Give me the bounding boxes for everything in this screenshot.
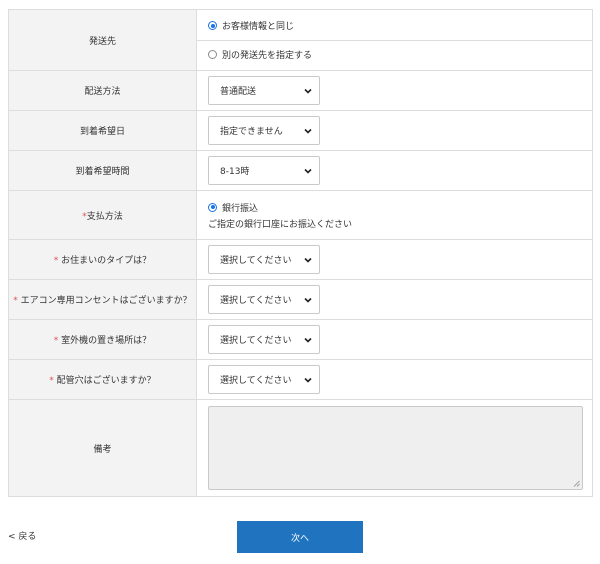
outlet-select[interactable]: 選択してください [208, 285, 320, 314]
next-button[interactable]: 次へ [237, 521, 363, 553]
chevron-down-icon [304, 168, 312, 174]
delivery-method-label: 配送方法 [8, 70, 197, 111]
housing-type-select[interactable]: 選択してください [208, 245, 320, 274]
required-mark: * [13, 296, 18, 306]
shipping-other-label: 別の発送先を指定する [222, 51, 313, 61]
shipping-row: 発送先 お客様情報と同じ 別の発送先を指定する [8, 9, 593, 71]
shipping-field: お客様情報と同じ 別の発送先を指定する [196, 9, 593, 71]
payment-description: ご指定の銀行口座にお振込ください [208, 220, 353, 230]
shipping-other-option[interactable]: 別の発送先を指定する [208, 41, 592, 69]
shipping-same-option[interactable]: お客様情報と同じ [197, 12, 592, 41]
remarks-label: 備考 [8, 399, 197, 497]
payment-row: *支払方法 銀行振込 ご指定の銀行口座にお振込ください [8, 190, 593, 240]
delivery-date-row: 到着希望日 指定できません [8, 110, 593, 151]
pipe-hole-value: 選択してください [220, 376, 292, 386]
remarks-row: 備考 [8, 399, 593, 497]
outlet-value: 選択してください [220, 296, 292, 306]
pipe-hole-row: * 配管穴はございますか？ 選択してください [8, 359, 593, 400]
order-form-table: 発送先 お客様情報と同じ 別の発送先を指定する 配送方法 普通配送 到着希望日 [8, 9, 593, 497]
outdoor-unit-row: * 室外機の置き場所は？ 選択してください [8, 319, 593, 360]
delivery-date-label: 到着希望日 [8, 110, 197, 151]
pipe-hole-select[interactable]: 選択してください [208, 365, 320, 394]
chevron-down-icon [304, 297, 312, 303]
shipping-same-label: お客様情報と同じ [222, 22, 295, 32]
required-mark: * [49, 376, 54, 386]
delivery-time-value: 8-13時 [220, 167, 250, 177]
payment-bank-label: 銀行振込 [222, 203, 259, 214]
outdoor-unit-label-cell: * 室外機の置き場所は？ [8, 319, 197, 360]
payment-label: 支払方法 [86, 211, 123, 222]
outdoor-unit-select[interactable]: 選択してください [208, 325, 320, 354]
chevron-down-icon [304, 257, 312, 263]
pipe-hole-label: 配管穴はございますか？ [56, 376, 156, 386]
delivery-time-select[interactable]: 8-13時 [208, 156, 320, 185]
remarks-textarea[interactable] [208, 406, 583, 490]
radio-checked-icon[interactable] [208, 202, 217, 212]
delivery-method-select[interactable]: 普通配送 [208, 76, 320, 105]
housing-type-value: 選択してください [220, 256, 292, 266]
chevron-down-icon [304, 337, 312, 343]
radio-unchecked-icon[interactable] [208, 50, 217, 59]
shipping-label: 発送先 [8, 9, 197, 71]
outdoor-unit-label: 室外機の置き場所は？ [61, 336, 152, 346]
delivery-method-row: 配送方法 普通配送 [8, 70, 593, 111]
chevron-down-icon [304, 88, 312, 94]
required-mark: * [53, 256, 59, 266]
required-mark: * [53, 336, 59, 346]
radio-checked-icon[interactable] [208, 21, 217, 30]
delivery-time-label: 到着希望時間 [8, 150, 197, 191]
housing-type-row: * お住まいのタイプは？ 選択してください [8, 239, 593, 280]
delivery-method-value: 普通配送 [220, 87, 257, 97]
outlet-label: エアコン専用コンセントはございますか？ [20, 296, 192, 306]
housing-type-label: お住まいのタイプは？ [61, 256, 152, 266]
back-link[interactable]: < 戻る [8, 529, 36, 542]
chevron-down-icon [304, 128, 312, 134]
outlet-row: * エアコン専用コンセントはございますか？ 選択してください [8, 279, 593, 320]
delivery-date-value: 指定できません [220, 127, 283, 137]
housing-type-label-cell: * お住まいのタイプは？ [8, 239, 197, 280]
outlet-label-cell: * エアコン専用コンセントはございますか？ [8, 279, 197, 320]
pipe-hole-label-cell: * 配管穴はございますか？ [8, 359, 197, 400]
payment-label-cell: *支払方法 [8, 190, 197, 240]
outdoor-unit-value: 選択してください [220, 336, 292, 346]
delivery-date-select[interactable]: 指定できません [208, 116, 320, 145]
resize-handle-icon[interactable] [573, 480, 580, 487]
chevron-down-icon [304, 377, 312, 383]
delivery-time-row: 到着希望時間 8-13時 [8, 150, 593, 191]
payment-bank-option[interactable]: 銀行振込 [208, 200, 592, 214]
